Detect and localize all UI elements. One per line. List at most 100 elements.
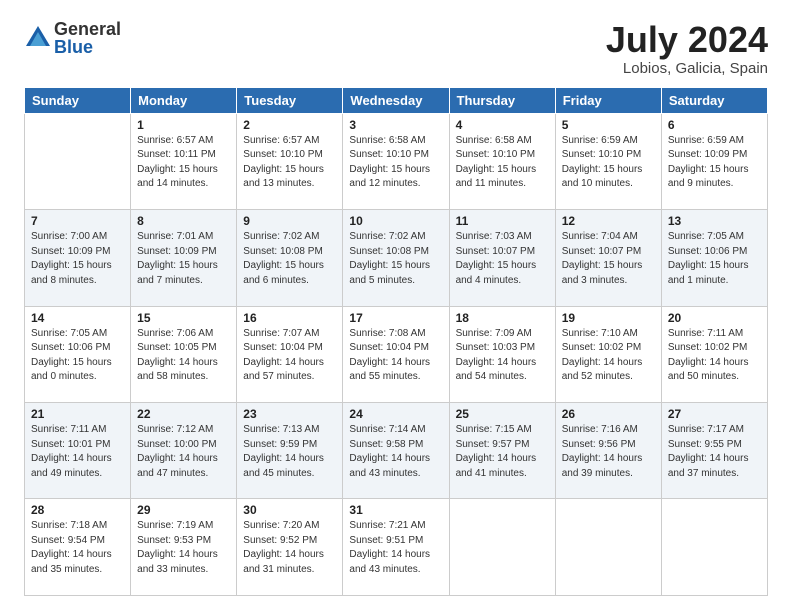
day-info: Sunrise: 6:58 AM Sunset: 10:10 PM Daylig… <box>349 134 442 192</box>
day-number: 12 <box>562 214 655 228</box>
day-info: Sunrise: 7:16 AM Sunset: 9:56 PM Dayligh… <box>562 423 655 481</box>
day-info: Sunrise: 7:12 AM Sunset: 10:00 PM Daylig… <box>137 423 230 481</box>
logo-icon <box>24 24 52 52</box>
day-number: 7 <box>31 214 124 228</box>
calendar-cell: 19Sunrise: 7:10 AM Sunset: 10:02 PM Dayl… <box>555 306 661 402</box>
day-number: 1 <box>137 118 230 132</box>
header-cell-friday: Friday <box>555 87 661 113</box>
calendar-week-1: 1 Sunrise: 6:57 AM Sunset: 10:11 PM Dayli… <box>25 113 768 209</box>
day-info: Sunrise: 6:57 AM Sunset: 10:11 PM Daylig… <box>137 134 230 192</box>
calendar-cell: 13Sunrise: 7:05 AM Sunset: 10:06 PM Dayl… <box>661 210 767 306</box>
day-info: Sunrise: 7:11 AM Sunset: 10:01 PM Daylig… <box>31 423 124 481</box>
month-title: July 2024 <box>606 20 768 60</box>
logo: General Blue <box>24 20 121 56</box>
day-info: Sunrise: 6:57 AM Sunset: 10:10 PM Daylig… <box>243 134 336 192</box>
calendar-week-2: 7 Sunrise: 7:00 AM Sunset: 10:09 PM Dayli… <box>25 210 768 306</box>
day-info: Sunrise: 7:14 AM Sunset: 9:58 PM Dayligh… <box>349 423 442 481</box>
calendar-cell: 7 Sunrise: 7:00 AM Sunset: 10:09 PM Dayli… <box>25 210 131 306</box>
calendar-cell: 1 Sunrise: 6:57 AM Sunset: 10:11 PM Dayli… <box>131 113 237 209</box>
day-info: Sunrise: 7:18 AM Sunset: 9:54 PM Dayligh… <box>31 519 124 577</box>
calendar-cell: 27 Sunrise: 7:17 AM Sunset: 9:55 PM Dayli… <box>661 403 767 499</box>
calendar-cell: 17Sunrise: 7:08 AM Sunset: 10:04 PM Dayl… <box>343 306 449 402</box>
day-info: Sunrise: 7:02 AM Sunset: 10:08 PM Daylig… <box>243 230 336 288</box>
day-number: 14 <box>31 311 124 325</box>
day-number: 21 <box>31 407 124 421</box>
calendar-cell: 2 Sunrise: 6:57 AM Sunset: 10:10 PM Dayli… <box>237 113 343 209</box>
calendar-cell: 12Sunrise: 7:04 AM Sunset: 10:07 PM Dayl… <box>555 210 661 306</box>
header: General Blue July 2024 Lobios, Galicia, … <box>24 20 768 77</box>
calendar-cell: 23Sunrise: 7:13 AM Sunset: 9:59 PM Dayli… <box>237 403 343 499</box>
calendar-cell: 11 Sunrise: 7:03 AM Sunset: 10:07 PM Dayl… <box>449 210 555 306</box>
day-info: Sunrise: 6:58 AM Sunset: 10:10 PM Daylig… <box>456 134 549 192</box>
calendar-cell: 16 Sunrise: 7:07 AM Sunset: 10:04 PM Dayl… <box>237 306 343 402</box>
day-number: 6 <box>668 118 761 132</box>
day-info: Sunrise: 7:19 AM Sunset: 9:53 PM Dayligh… <box>137 519 230 577</box>
header-cell-monday: Monday <box>131 87 237 113</box>
day-number: 5 <box>562 118 655 132</box>
header-cell-sunday: Sunday <box>25 87 131 113</box>
title-block: July 2024 Lobios, Galicia, Spain <box>606 20 768 77</box>
day-info: Sunrise: 7:05 AM Sunset: 10:06 PM Daylig… <box>668 230 761 288</box>
logo-blue: Blue <box>54 38 121 56</box>
calendar-cell: 31 Sunrise: 7:21 AM Sunset: 9:51 PM Dayli… <box>343 499 449 596</box>
day-number: 31 <box>349 503 442 517</box>
day-number: 30 <box>243 503 336 517</box>
calendar-cell <box>661 499 767 596</box>
day-info: Sunrise: 7:06 AM Sunset: 10:05 PM Daylig… <box>137 327 230 385</box>
day-info: Sunrise: 7:17 AM Sunset: 9:55 PM Dayligh… <box>668 423 761 481</box>
calendar-week-4: 21 Sunrise: 7:11 AM Sunset: 10:01 PM Dayl… <box>25 403 768 499</box>
calendar-cell: 3Sunrise: 6:58 AM Sunset: 10:10 PM Dayli… <box>343 113 449 209</box>
day-info: Sunrise: 7:02 AM Sunset: 10:08 PM Daylig… <box>349 230 442 288</box>
calendar-week-5: 28Sunrise: 7:18 AM Sunset: 9:54 PM Dayli… <box>25 499 768 596</box>
calendar-cell: 10 Sunrise: 7:02 AM Sunset: 10:08 PM Dayl… <box>343 210 449 306</box>
day-info: Sunrise: 7:07 AM Sunset: 10:04 PM Daylig… <box>243 327 336 385</box>
calendar-cell: 9 Sunrise: 7:02 AM Sunset: 10:08 PM Dayli… <box>237 210 343 306</box>
day-number: 25 <box>456 407 549 421</box>
day-info: Sunrise: 7:15 AM Sunset: 9:57 PM Dayligh… <box>456 423 549 481</box>
day-info: Sunrise: 7:09 AM Sunset: 10:03 PM Daylig… <box>456 327 549 385</box>
day-number: 18 <box>456 311 549 325</box>
page: General Blue July 2024 Lobios, Galicia, … <box>0 0 792 612</box>
header-cell-tuesday: Tuesday <box>237 87 343 113</box>
calendar-table: SundayMondayTuesdayWednesdayThursdayFrid… <box>24 87 768 596</box>
day-number: 16 <box>243 311 336 325</box>
day-number: 24 <box>349 407 442 421</box>
day-info: Sunrise: 7:20 AM Sunset: 9:52 PM Dayligh… <box>243 519 336 577</box>
day-number: 4 <box>456 118 549 132</box>
calendar-cell: 8 Sunrise: 7:01 AM Sunset: 10:09 PM Dayli… <box>131 210 237 306</box>
day-info: Sunrise: 7:10 AM Sunset: 10:02 PM Daylig… <box>562 327 655 385</box>
day-info: Sunrise: 7:01 AM Sunset: 10:09 PM Daylig… <box>137 230 230 288</box>
day-number: 27 <box>668 407 761 421</box>
day-info: Sunrise: 7:08 AM Sunset: 10:04 PM Daylig… <box>349 327 442 385</box>
header-cell-saturday: Saturday <box>661 87 767 113</box>
day-number: 8 <box>137 214 230 228</box>
day-number: 9 <box>243 214 336 228</box>
calendar-cell <box>449 499 555 596</box>
calendar-cell: 28Sunrise: 7:18 AM Sunset: 9:54 PM Dayli… <box>25 499 131 596</box>
calendar-cell: 21 Sunrise: 7:11 AM Sunset: 10:01 PM Dayl… <box>25 403 131 499</box>
day-number: 22 <box>137 407 230 421</box>
day-info: Sunrise: 7:03 AM Sunset: 10:07 PM Daylig… <box>456 230 549 288</box>
header-cell-wednesday: Wednesday <box>343 87 449 113</box>
day-info: Sunrise: 7:00 AM Sunset: 10:09 PM Daylig… <box>31 230 124 288</box>
day-number: 15 <box>137 311 230 325</box>
day-number: 10 <box>349 214 442 228</box>
calendar-cell: 25 Sunrise: 7:15 AM Sunset: 9:57 PM Dayli… <box>449 403 555 499</box>
day-number: 29 <box>137 503 230 517</box>
logo-general: General <box>54 20 121 38</box>
day-info: Sunrise: 6:59 AM Sunset: 10:10 PM Daylig… <box>562 134 655 192</box>
calendar-cell: 15 Sunrise: 7:06 AM Sunset: 10:05 PM Dayl… <box>131 306 237 402</box>
day-info: Sunrise: 7:13 AM Sunset: 9:59 PM Dayligh… <box>243 423 336 481</box>
day-number: 11 <box>456 214 549 228</box>
calendar-cell: 4 Sunrise: 6:58 AM Sunset: 10:10 PM Dayli… <box>449 113 555 209</box>
day-number: 26 <box>562 407 655 421</box>
day-info: Sunrise: 6:59 AM Sunset: 10:09 PM Daylig… <box>668 134 761 192</box>
calendar-cell: 20Sunrise: 7:11 AM Sunset: 10:02 PM Dayl… <box>661 306 767 402</box>
header-cell-thursday: Thursday <box>449 87 555 113</box>
calendar-cell <box>555 499 661 596</box>
calendar-cell: 14Sunrise: 7:05 AM Sunset: 10:06 PM Dayl… <box>25 306 131 402</box>
day-number: 2 <box>243 118 336 132</box>
calendar-cell: 29 Sunrise: 7:19 AM Sunset: 9:53 PM Dayli… <box>131 499 237 596</box>
day-info: Sunrise: 7:21 AM Sunset: 9:51 PM Dayligh… <box>349 519 442 577</box>
calendar-week-3: 14Sunrise: 7:05 AM Sunset: 10:06 PM Dayl… <box>25 306 768 402</box>
